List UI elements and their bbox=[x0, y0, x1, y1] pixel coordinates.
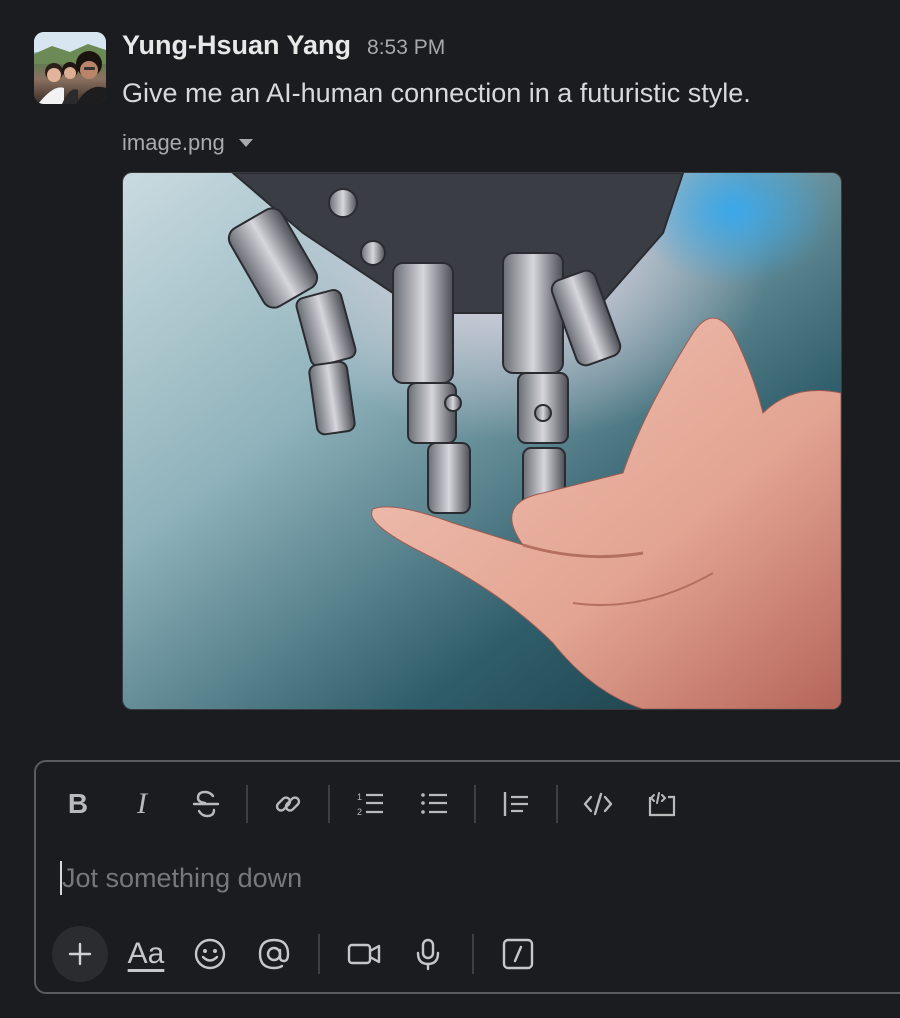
toolbar-divider bbox=[246, 785, 248, 823]
action-divider bbox=[472, 934, 474, 974]
message-header: Yung-Hsuan Yang 8:53 PM bbox=[122, 30, 882, 64]
toolbar-divider bbox=[474, 785, 476, 823]
text-formatting-icon[interactable]: Aa bbox=[124, 932, 168, 976]
formatting-toolbar: B I 12 bbox=[58, 784, 706, 824]
message-text: Give me an AI-human connection in a futu… bbox=[122, 78, 751, 108]
attachment-header[interactable]: image.png bbox=[122, 128, 882, 158]
link-icon[interactable] bbox=[268, 784, 308, 824]
code-block-icon[interactable] bbox=[642, 784, 682, 824]
slash-command-icon[interactable] bbox=[496, 932, 540, 976]
plus-icon[interactable] bbox=[52, 926, 108, 982]
italic-icon[interactable]: I bbox=[122, 784, 162, 824]
author-name[interactable]: Yung-Hsuan Yang bbox=[122, 30, 351, 61]
message-input[interactable]: Jot something down bbox=[60, 858, 302, 898]
text-formatting-label: Aa bbox=[127, 937, 165, 970]
svg-text:1: 1 bbox=[357, 792, 362, 802]
bold-icon[interactable]: B bbox=[58, 784, 98, 824]
bulleted-list-icon[interactable] bbox=[414, 784, 454, 824]
robot-human-hands-image bbox=[123, 173, 841, 709]
message-timestamp[interactable]: 8:53 PM bbox=[367, 36, 445, 60]
toolbar-divider bbox=[556, 785, 558, 823]
attachment-image[interactable] bbox=[122, 172, 842, 710]
code-icon[interactable] bbox=[578, 784, 618, 824]
action-divider bbox=[318, 934, 320, 974]
toolbar-divider bbox=[328, 785, 330, 823]
chevron-down-icon[interactable] bbox=[238, 139, 253, 147]
message-input-placeholder: Jot something down bbox=[62, 862, 303, 893]
avatar[interactable] bbox=[34, 32, 106, 104]
mention-icon[interactable] bbox=[252, 932, 296, 976]
microphone-icon[interactable] bbox=[406, 932, 450, 976]
message-body: Yung-Hsuan Yang 8:53 PM Give me an AI-hu… bbox=[122, 30, 882, 710]
attachment-filename[interactable]: image.png bbox=[122, 130, 225, 156]
video-icon[interactable] bbox=[342, 932, 386, 976]
emoji-icon[interactable] bbox=[188, 932, 232, 976]
ordered-list-icon[interactable]: 12 bbox=[350, 784, 390, 824]
composer-actions: Aa bbox=[52, 926, 560, 982]
message-composer[interactable]: B I 12 Jot something down Aa bbox=[34, 760, 900, 994]
blockquote-icon[interactable] bbox=[496, 784, 536, 824]
strikethrough-icon[interactable] bbox=[186, 784, 226, 824]
svg-text:2: 2 bbox=[357, 807, 362, 817]
